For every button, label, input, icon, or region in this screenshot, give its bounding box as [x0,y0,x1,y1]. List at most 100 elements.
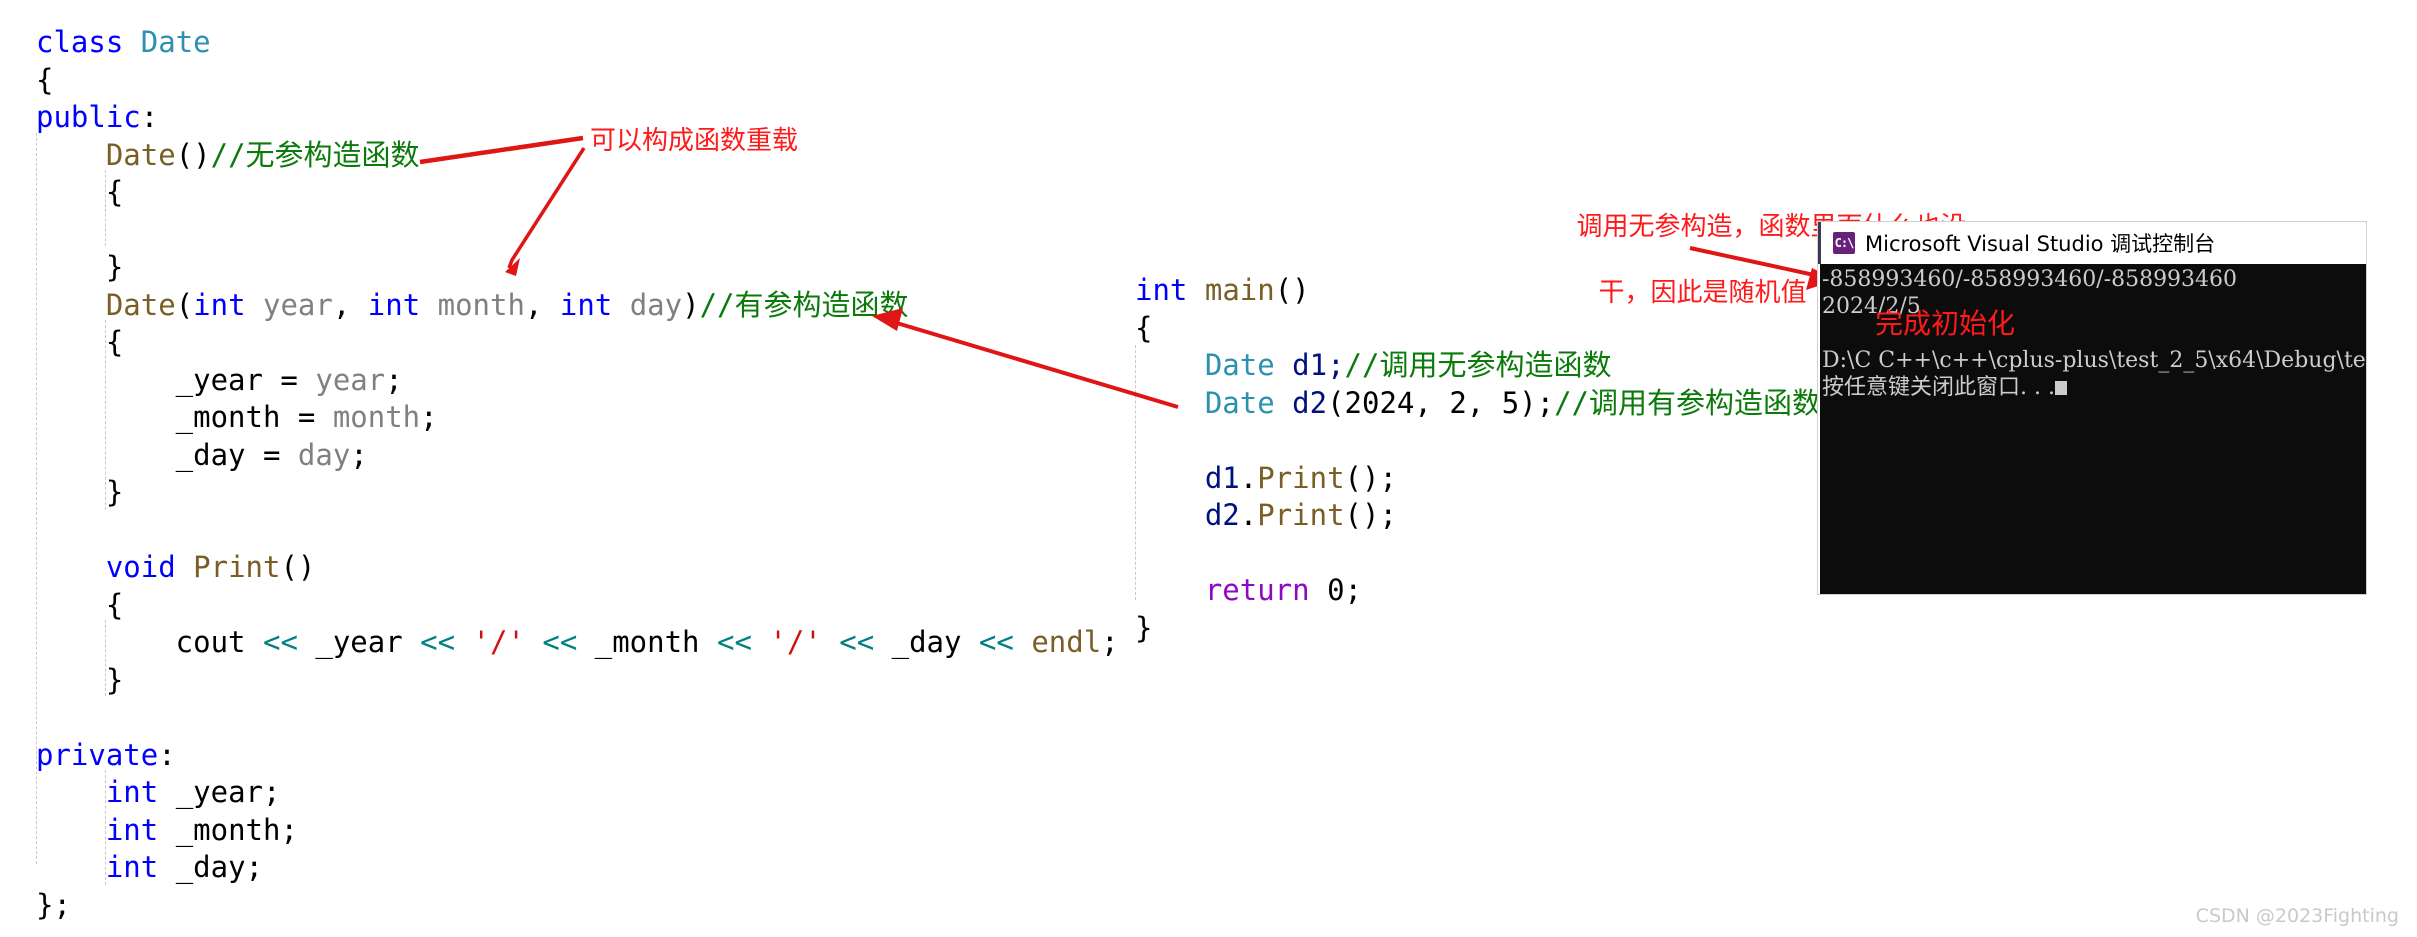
code-token: day [612,287,683,322]
code-line: _day = day; [36,437,1119,475]
console-titlebar[interactable]: C:\ Microsoft Visual Studio 调试控制台 [1818,222,2366,264]
code-line: _year = year; [36,362,1119,400]
annotation-random-value-line2: 干，因此是随机值 [1598,278,1807,308]
code-token: main [1204,273,1275,307]
code-line: Date d2(2024, 2, 5);//调用有参构造函数 [1135,385,1821,423]
code-token: '/' [472,625,525,659]
console-icon: C:\ [1833,232,1855,254]
annotation-init-done-note: 完成初始化 [1875,307,2016,340]
code-token: int [559,287,613,322]
code-token: << [839,625,875,659]
code-line: { [36,324,1119,362]
code-token: _year [297,625,421,659]
code-line: { [1135,310,1821,348]
code-token: ( [1327,385,1345,420]
code-token: Print [1257,498,1345,532]
code-line: int _month; [36,812,1119,850]
code-token: { [36,587,124,622]
code-token: << [542,625,578,659]
code-line: _month = month; [36,399,1119,437]
code-token: private [36,737,159,772]
code-line: } [36,249,1119,287]
code-token: () [280,550,316,584]
code-token: cout [36,625,263,659]
code-token: Date [1204,385,1275,420]
console-line: -858993460/-858993460/-858993460 [1822,267,2238,292]
code-line: int _day; [36,849,1119,887]
code-token: Print [1257,460,1345,495]
code-token: } [36,662,124,697]
code-token: << [978,625,1014,659]
code-token: d1; [1274,348,1345,382]
code-token: Date [140,25,211,59]
code-token: }; [36,887,71,922]
code-line: d2.Print(); [1135,497,1821,535]
console-line: 按任意键关闭此窗口. . . [1822,374,2366,401]
code-token: _year = [36,362,316,397]
code-line: } [1135,610,1821,648]
code-token: () [175,137,211,172]
code-token: 2 [1449,385,1467,420]
code-token: //调用有参构造函数 [1554,385,1822,420]
code-token: day [297,437,351,472]
code-token: class [36,25,141,59]
code-token: << [716,625,752,659]
code-token: (); [1344,460,1397,495]
code-token: month [332,400,421,434]
code-line: void Print() [36,549,1119,587]
code-token: , [1466,385,1502,420]
code-token: ( [175,287,194,322]
code-line: return 0; [1135,572,1821,610]
code-token: ; [1344,573,1363,607]
code-line: { [36,587,1119,625]
code-token: _month [577,625,717,659]
code-token: d2 [1274,385,1328,420]
code-token: '/' [769,625,822,659]
code-token: _day = [36,437,298,472]
code-line: } [36,662,1119,700]
code-token: << [262,625,298,659]
code-token: //有参构造函数 [699,287,909,322]
code-token: int [193,287,246,322]
code-token: year [315,362,386,397]
code-token: : [158,737,176,772]
main-function-code-block[interactable]: int main(){ Date d1;//调用无参构造函数 Date d2(2… [1135,272,1821,647]
code-token: } [36,475,124,509]
code-token: ; [420,400,438,434]
code-token: year [245,287,333,322]
code-token: public [36,100,141,134]
code-token: month [420,287,525,322]
csdn-watermark: CSDN @2023Fighting [2195,905,2399,927]
code-line: }; [36,887,1119,925]
code-token: return [1204,573,1310,607]
code-token: { [36,175,124,209]
class-date-code-block[interactable]: class Date{public: Date()//无参构造函数 { } Da… [36,24,1119,924]
debug-console-window[interactable]: C:\ Microsoft Visual Studio 调试控制台 -85899… [1818,222,2366,594]
console-title: Microsoft Visual Studio 调试控制台 [1865,232,2216,256]
code-token: ; [1101,625,1119,659]
code-token: 2024 [1344,385,1415,420]
code-token: int [105,812,159,847]
code-token: //调用无参构造函数 [1344,348,1612,382]
code-token: ); [1519,385,1555,420]
code-line: Date()//无参构造函数 [36,137,1119,175]
code-token: 0 [1327,573,1345,607]
code-line: int _year; [36,774,1119,812]
code-token: . [1239,498,1258,532]
code-token: (); [1344,498,1397,532]
